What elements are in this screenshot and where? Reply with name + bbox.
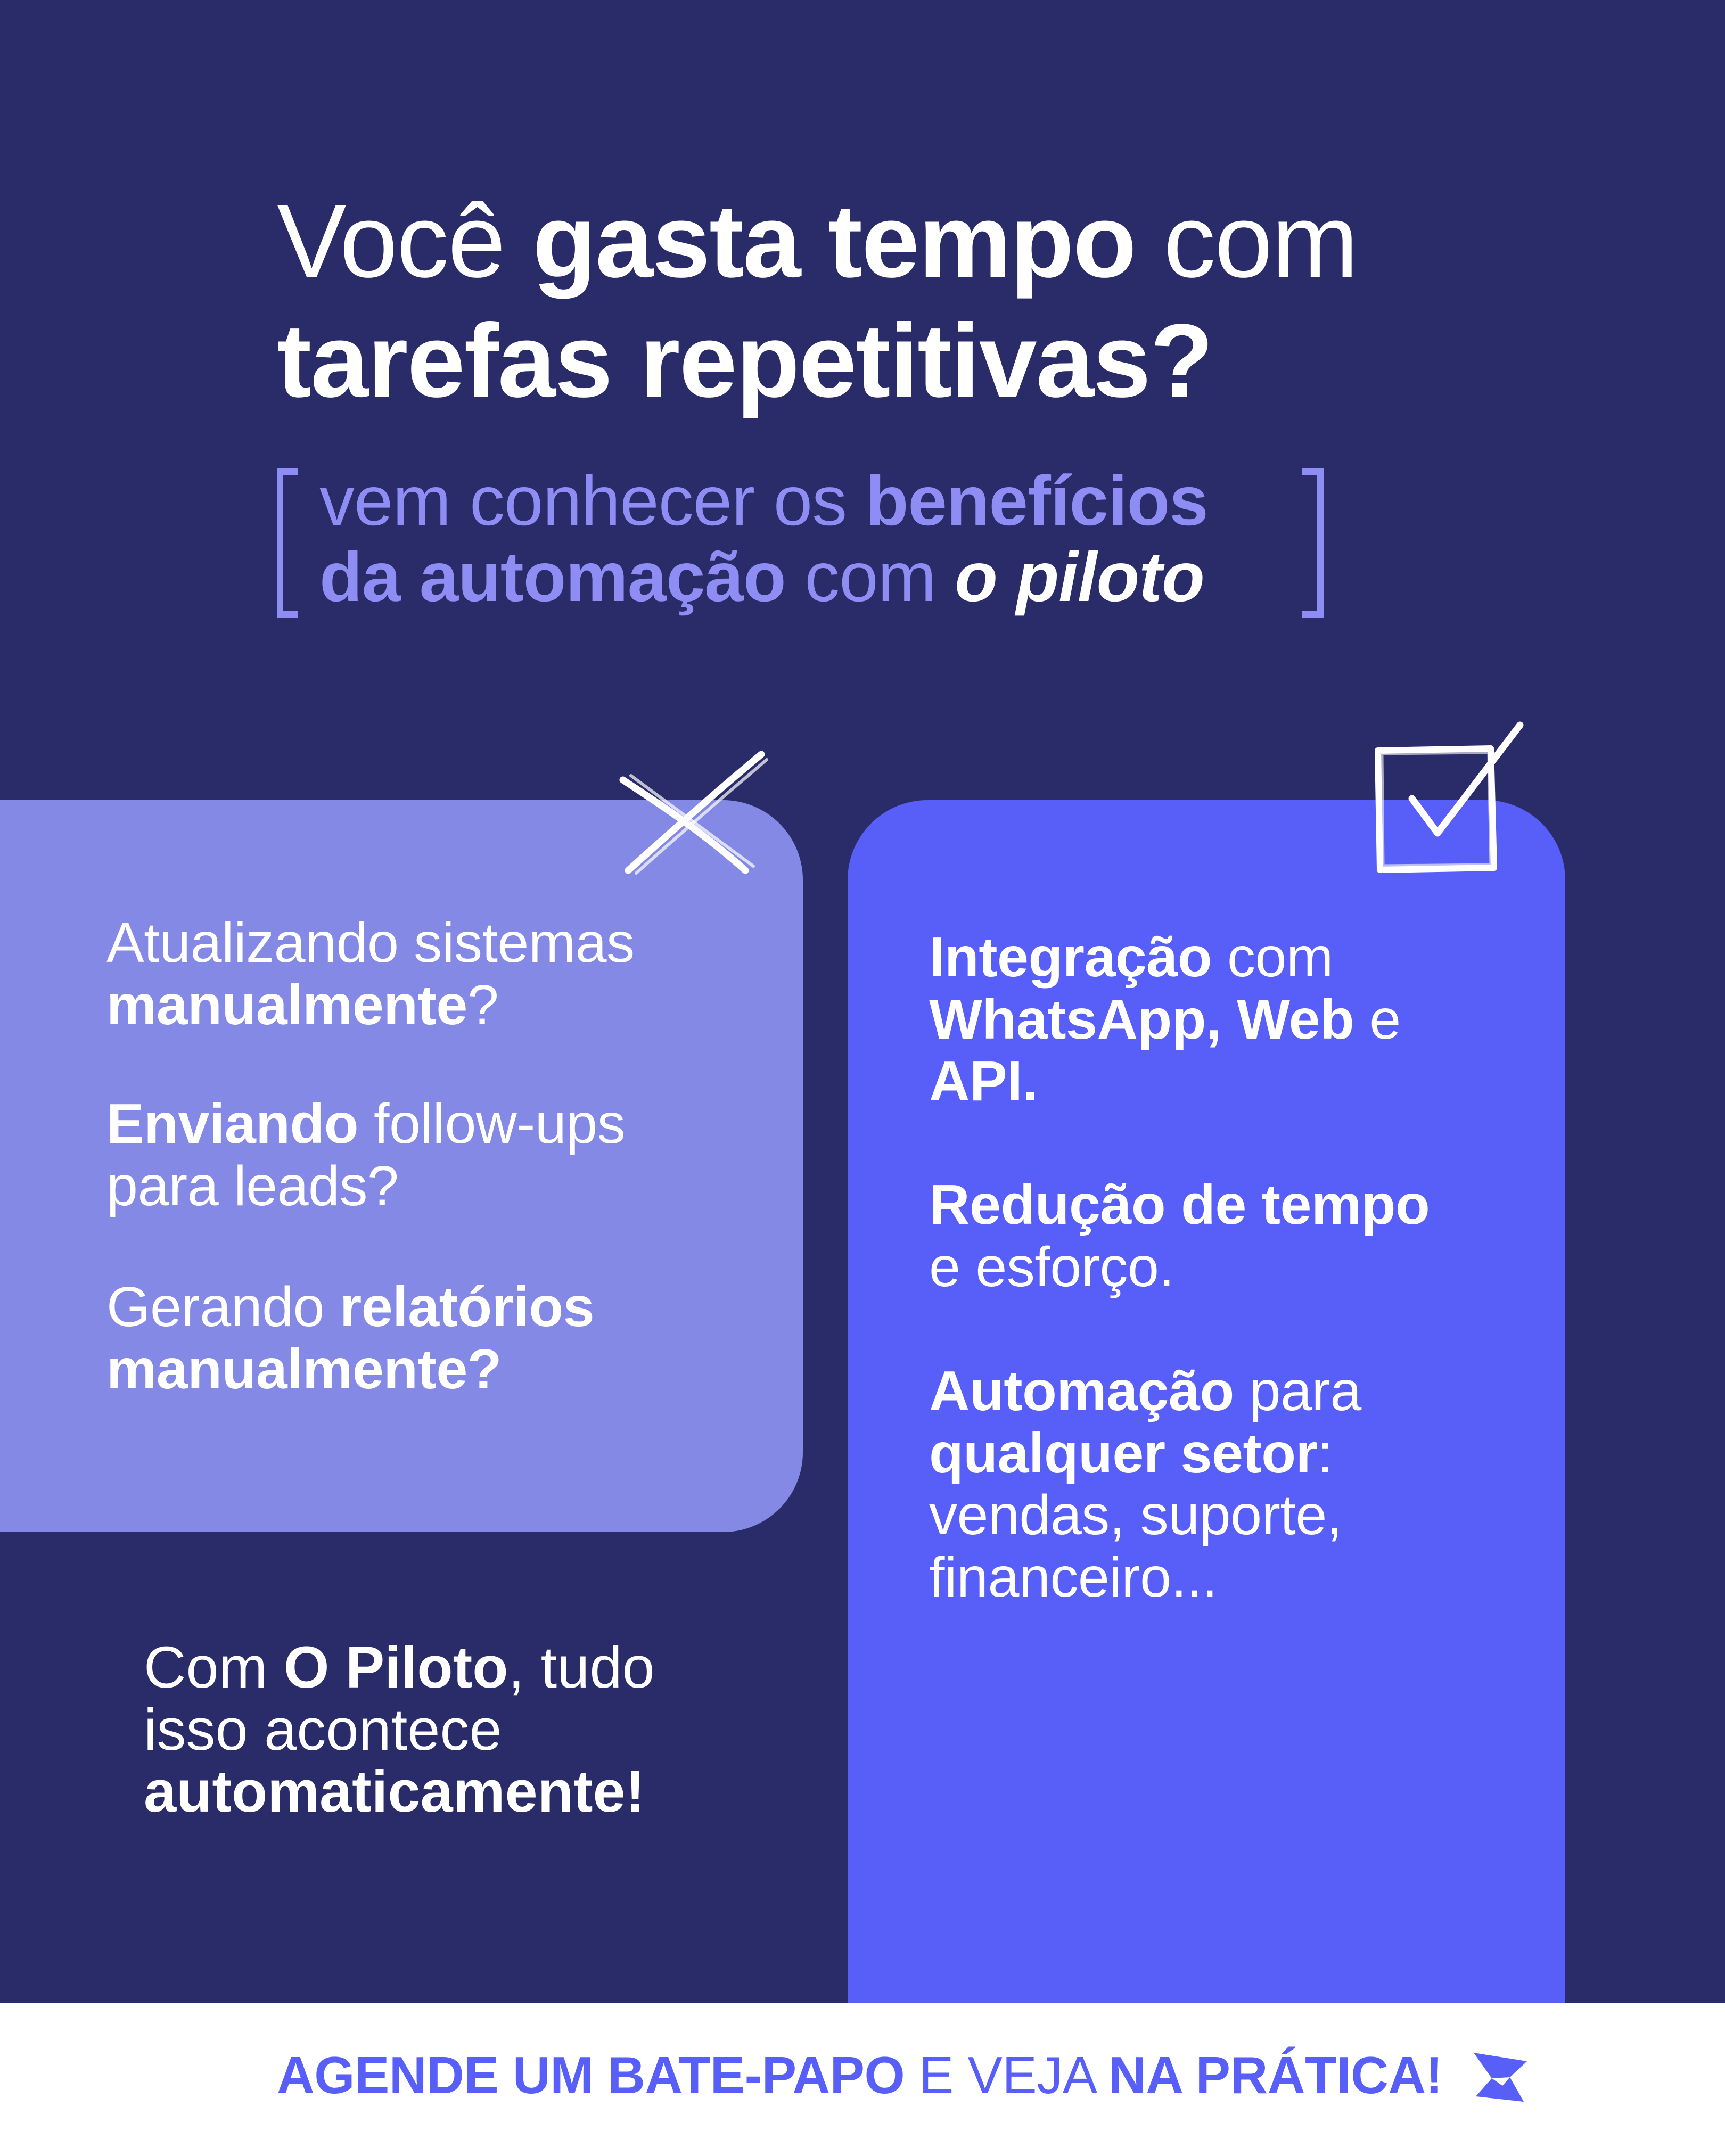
subtitle-bold-2: da automação bbox=[319, 537, 786, 616]
problem-2-text: follow-ups bbox=[358, 1092, 626, 1155]
cta-text-mid: E VEJA bbox=[905, 2046, 1108, 2104]
benefit-2-text: e esforço. bbox=[929, 1235, 1174, 1298]
cta-text[interactable]: AGENDE UM BATE-PAPO E VEJA NA PRÁTICA! bbox=[277, 2044, 1448, 2107]
benefit-1-bold-2: WhatsApp, Web bbox=[929, 988, 1354, 1051]
problem-1-text: Atualizando sistemas bbox=[106, 911, 635, 974]
problem-3-bold-2: manualmente? bbox=[106, 1337, 502, 1401]
closing-text-2: , tudo bbox=[508, 1635, 655, 1700]
subtitle-brand: o piloto bbox=[955, 537, 1205, 616]
subtitle-text-2: com bbox=[785, 537, 955, 616]
problem-3-bold: relatórios bbox=[339, 1276, 595, 1338]
benefit-3-text: para bbox=[1234, 1360, 1362, 1422]
cta-bold-2: NA PRÁTICA! bbox=[1108, 2046, 1443, 2104]
benefit-3-text-2: : bbox=[1317, 1421, 1333, 1485]
problem-2-bold: Enviando bbox=[106, 1092, 359, 1155]
headline: Você gasta tempo com tarefas repetitivas… bbox=[277, 181, 1555, 421]
problem-1-mark: ? bbox=[467, 973, 499, 1036]
checkbox-icon bbox=[1375, 721, 1524, 873]
benefit-item-3: Automação para qualquer setor: vendas, s… bbox=[929, 1360, 1361, 1608]
benefit-1-bold: Integração bbox=[929, 926, 1212, 989]
subtitle: vem conhecer os benefícios da automação … bbox=[319, 463, 1384, 615]
problem-item-1: Atualizando sistemas manualmente? bbox=[106, 912, 635, 1036]
benefit-3-bold-2: qualquer setor bbox=[929, 1421, 1318, 1485]
benefit-3-text-3: vendas, suporte, bbox=[929, 1484, 1342, 1547]
headline-text-2: com bbox=[1135, 183, 1358, 299]
problem-item-3: Gerando relatórios manualmente? bbox=[106, 1276, 595, 1401]
closing-text-3: isso acontece bbox=[144, 1697, 502, 1763]
problem-2-text-2: para leads? bbox=[106, 1154, 399, 1217]
right-bracket bbox=[1302, 468, 1324, 618]
benefit-item-2: Redução de tempo e esforço. bbox=[929, 1174, 1430, 1298]
left-bracket bbox=[277, 468, 298, 618]
benefit-2-bold: Redução de tempo bbox=[929, 1173, 1430, 1236]
headline-text-1: Você bbox=[277, 183, 533, 299]
problem-3-text: Gerando bbox=[106, 1276, 340, 1338]
headline-bold-2: tarefas repetitivas? bbox=[277, 302, 1213, 419]
problem-1-bold: manualmente bbox=[106, 973, 467, 1036]
benefit-1-text-2: e bbox=[1354, 988, 1401, 1051]
benefit-1-text: com bbox=[1212, 926, 1333, 989]
closing-brand: O Piloto bbox=[283, 1635, 508, 1700]
logo-icon bbox=[1474, 2053, 1527, 2102]
benefit-1-bold-3: API. bbox=[929, 1050, 1038, 1113]
benefit-item-1: Integração com WhatsApp, Web e API. bbox=[929, 926, 1401, 1113]
benefit-3-bold: Automação bbox=[929, 1360, 1234, 1422]
closing-text-1: Com bbox=[144, 1635, 284, 1700]
subtitle-bold-1: benefícios bbox=[865, 462, 1209, 540]
subtitle-text-1: vem conhecer os bbox=[319, 462, 866, 540]
closing-statement: Com O Piloto, tudo isso acontece automat… bbox=[144, 1635, 655, 1825]
problem-item-2: Enviando follow-ups para leads? bbox=[106, 1092, 626, 1217]
headline-bold-1: gasta tempo bbox=[532, 183, 1136, 299]
closing-bold: automaticamente! bbox=[144, 1759, 645, 1825]
cta-bold-1: AGENDE UM BATE-PAPO bbox=[277, 2046, 905, 2104]
x-icon bbox=[619, 751, 768, 875]
benefit-3-text-4: financeiro... bbox=[929, 1545, 1218, 1609]
